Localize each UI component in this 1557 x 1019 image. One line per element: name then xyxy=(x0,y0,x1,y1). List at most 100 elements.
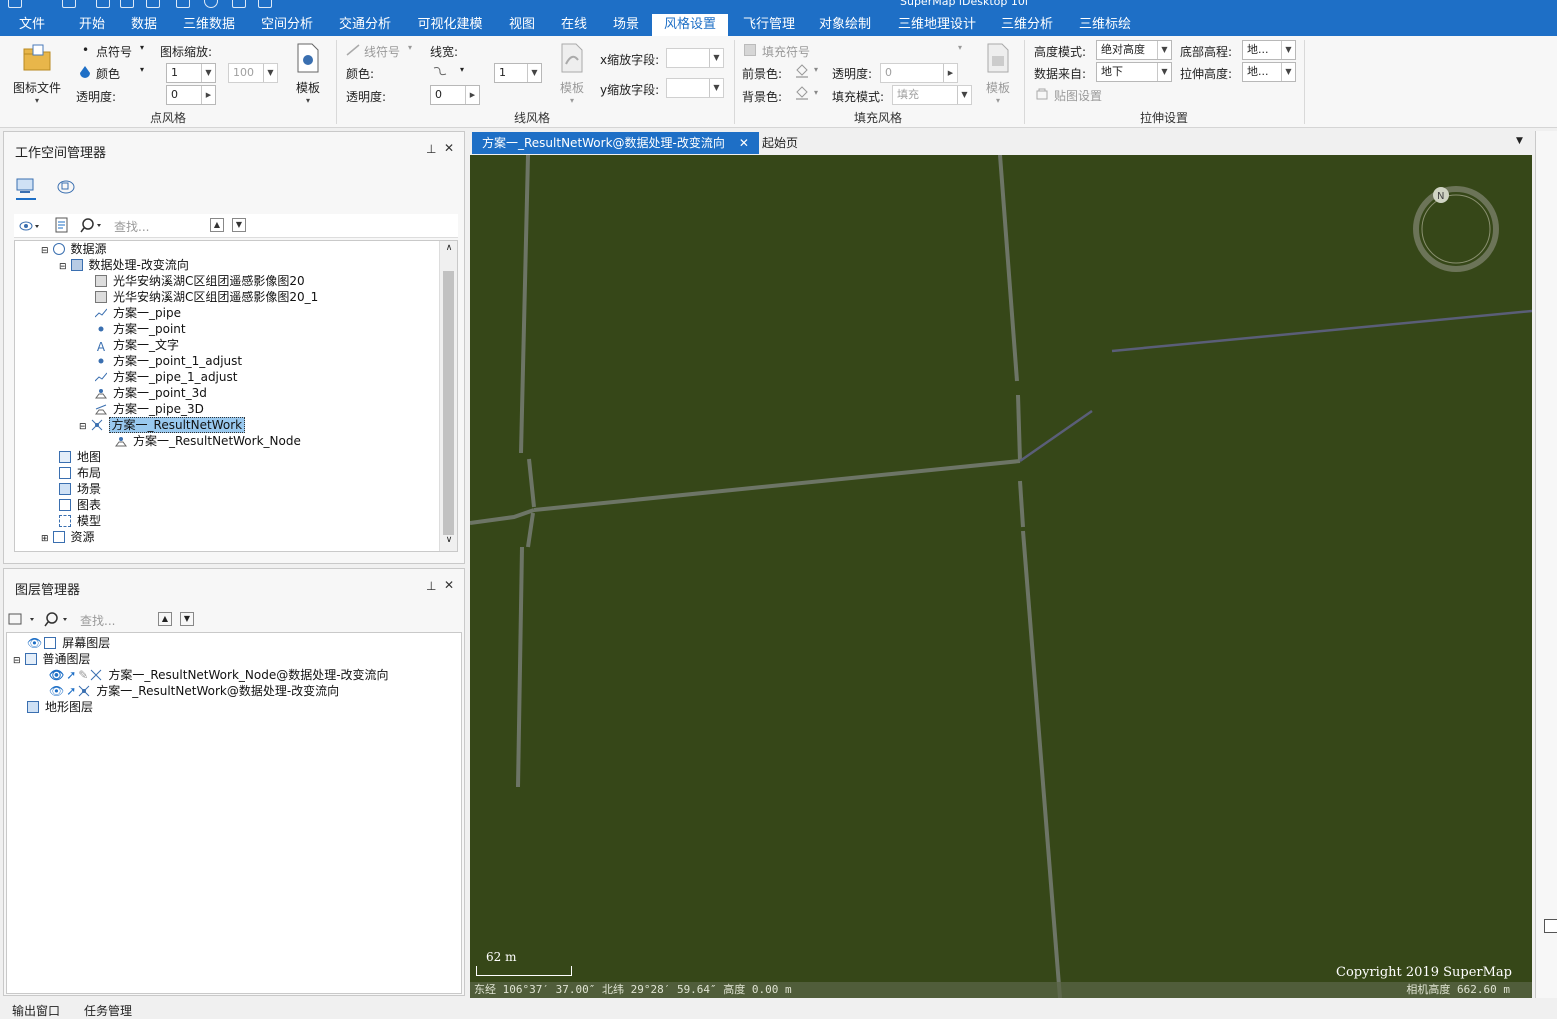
menu-spatial-analysis[interactable]: 空间分析 xyxy=(254,14,320,36)
chevron-down-icon[interactable]: ▼ xyxy=(1281,41,1295,59)
next-match-icon[interactable]: ▼ xyxy=(232,218,246,232)
layer-item-network[interactable]: 👁 ➚ 方案一_ResultNetWork@数据处理-改变流向 xyxy=(49,683,339,699)
layer-search-input[interactable]: 查找... xyxy=(80,612,115,629)
icon-scale-combo[interactable]: 1 ▼ xyxy=(166,63,216,83)
right-panel-checkbox[interactable] xyxy=(1544,919,1557,933)
scroll-up-icon[interactable]: ∧ xyxy=(441,243,457,253)
extrude-height-combo[interactable]: 地... ▼ xyxy=(1242,62,1296,82)
fill-bucket-icon[interactable] xyxy=(794,64,810,78)
close-icon[interactable]: ✕ xyxy=(444,141,454,155)
pipe-segment[interactable] xyxy=(1021,530,1062,998)
pipe-segment[interactable] xyxy=(998,155,1019,382)
tree-item-dataset[interactable]: 方案一_ResultNetWork_Node xyxy=(115,433,301,449)
tree-item-dataset[interactable]: 方案一_point_1_adjust xyxy=(95,353,242,369)
point-symbol-arrow[interactable]: ▾ xyxy=(140,43,144,52)
online-workspace-tab-icon[interactable] xyxy=(56,178,76,194)
menu-style-settings[interactable]: 风格设置 xyxy=(652,14,728,36)
menu-object-draw[interactable]: 对象绘制 xyxy=(812,14,878,36)
tree-item-datasource[interactable]: ⊟ 数据处理-改变流向 xyxy=(59,257,189,273)
compass-icon[interactable]: N xyxy=(1410,185,1504,275)
tree-item-dataset[interactable]: 光华安纳溪湖C区组团遥感影像图20 xyxy=(95,273,305,289)
menu-3d-geo-design[interactable]: 三维地理设计 xyxy=(890,14,984,36)
pin-icon[interactable]: ⊥ xyxy=(426,142,436,156)
tree-item-dataset[interactable]: 方案一_pipe_3D xyxy=(95,401,204,417)
tree-item-dataset[interactable]: 方案一_point_3d xyxy=(95,385,207,401)
tab-output-window[interactable]: 输出窗口 xyxy=(12,1002,60,1019)
line-width-combo[interactable]: 1 ▼ xyxy=(494,63,542,83)
close-icon[interactable]: ✕ xyxy=(444,578,454,592)
layer-group-normal[interactable]: ⊟ 普通图层 xyxy=(13,651,91,667)
selectable-icon[interactable]: ➚ xyxy=(66,684,76,698)
editable-icon[interactable]: ✎ xyxy=(78,668,88,682)
pipe-segment[interactable] xyxy=(470,508,535,525)
point-symbol-button[interactable]: 点符号 xyxy=(96,43,132,60)
menu-file[interactable]: 文件 xyxy=(10,14,54,36)
menu-online[interactable]: 在线 xyxy=(552,14,596,36)
point-template-button[interactable]: 模板 ▾ xyxy=(290,42,326,105)
line-color-picker-icon[interactable] xyxy=(432,64,448,78)
previous-match-icon[interactable]: ▲ xyxy=(210,218,224,232)
tree-item-dataset[interactable]: 方案一_pipe xyxy=(95,305,181,321)
menu-view[interactable]: 视图 xyxy=(500,14,544,36)
tree-item-datasources[interactable]: ⊟ 数据源 xyxy=(41,241,107,257)
bottom-elevation-combo[interactable]: 地... ▼ xyxy=(1242,40,1296,60)
menu-flight[interactable]: 飞行管理 xyxy=(736,14,802,36)
chevron-down-icon[interactable]: ▼ xyxy=(1157,41,1171,59)
eye-icon[interactable]: 👁 xyxy=(49,668,64,682)
tab-scene-document[interactable]: 方案一_ResultNetWork@数据处理-改变流向 ✕ xyxy=(472,132,759,154)
line-color-arrow[interactable]: ▾ xyxy=(460,65,464,74)
tree-item-dataset[interactable]: 方案一_point xyxy=(95,321,186,337)
scroll-thumb[interactable] xyxy=(443,271,454,535)
point-color-arrow[interactable]: ▾ xyxy=(140,65,144,74)
tab-list-dropdown-icon[interactable]: ▼ xyxy=(1516,136,1523,146)
scroll-down-icon[interactable]: ∨ xyxy=(441,535,457,545)
search-icon[interactable] xyxy=(80,217,104,233)
pipe-segment[interactable] xyxy=(526,512,535,548)
menu-traffic-analysis[interactable]: 交通分析 xyxy=(332,14,398,36)
close-icon[interactable]: ✕ xyxy=(739,136,749,150)
pipe-segment[interactable] xyxy=(533,459,1021,512)
layer-group-terrain[interactable]: 地形图层 xyxy=(27,699,93,715)
tree-item-dataset[interactable]: 光华安纳溪湖C区组团遥感影像图20_1 xyxy=(95,289,318,305)
pipe-segment[interactable] xyxy=(1111,309,1532,353)
fill-bucket-icon[interactable] xyxy=(794,86,810,100)
point-opacity-spinner[interactable]: 0 ▶ xyxy=(166,85,216,105)
save-all-icon[interactable] xyxy=(146,0,160,8)
menu-start[interactable]: 开始 xyxy=(70,14,114,36)
pipe-segment[interactable] xyxy=(516,546,524,788)
menu-3d-plotting[interactable]: 三维标绘 xyxy=(1072,14,1138,36)
point-color-button[interactable]: 颜色 xyxy=(96,65,120,82)
open-icon[interactable] xyxy=(96,0,110,8)
menu-3d-data[interactable]: 三维数据 xyxy=(176,14,242,36)
add-layer-icon[interactable] xyxy=(8,611,38,627)
pin-icon[interactable]: ⊥ xyxy=(426,579,436,593)
print-icon[interactable] xyxy=(232,0,246,8)
tree-item-models[interactable]: 模型 xyxy=(59,513,101,529)
tree-item-dataset-selected[interactable]: ⊟ 方案一_ResultNetWork xyxy=(79,417,246,433)
undo-icon[interactable] xyxy=(176,0,190,8)
tree-item-resources[interactable]: ⊞ 资源 xyxy=(41,529,95,545)
tree-item-scenes[interactable]: 场景 xyxy=(59,481,101,497)
workspace-search-input[interactable]: 查找... xyxy=(114,218,149,235)
menu-3d-analysis[interactable]: 三维分析 xyxy=(994,14,1060,36)
height-mode-combo[interactable]: 绝对高度 ▼ xyxy=(1096,40,1172,60)
spinner-arrows-icon[interactable]: ▶ xyxy=(465,86,479,104)
pipe-network-canvas[interactable] xyxy=(470,155,1532,998)
save-icon[interactable] xyxy=(120,0,134,8)
tree-item-maps[interactable]: 地图 xyxy=(59,449,101,465)
search-icon[interactable] xyxy=(204,0,218,8)
search-icon[interactable] xyxy=(44,611,74,627)
eye-icon[interactable]: 👁 xyxy=(49,684,64,698)
icon-file-button[interactable]: 图标文件 ▾ xyxy=(8,42,66,105)
pipe-segment[interactable] xyxy=(1016,394,1022,462)
right-panel-collapsed[interactable] xyxy=(1536,131,1557,998)
tree-item-charts[interactable]: 图表 xyxy=(59,497,101,513)
pipe-segment[interactable] xyxy=(527,458,536,508)
previous-match-icon[interactable]: ▲ xyxy=(158,612,172,626)
view-options-icon[interactable] xyxy=(18,218,40,234)
data-from-combo[interactable]: 地下 ▼ xyxy=(1096,62,1172,82)
chevron-down-icon[interactable]: ▼ xyxy=(527,64,541,82)
workspace-tree-scrollbar[interactable]: ∧ ∨ xyxy=(439,241,457,551)
spinner-arrows-icon[interactable]: ▶ xyxy=(201,86,215,104)
window-icon[interactable] xyxy=(258,0,272,8)
